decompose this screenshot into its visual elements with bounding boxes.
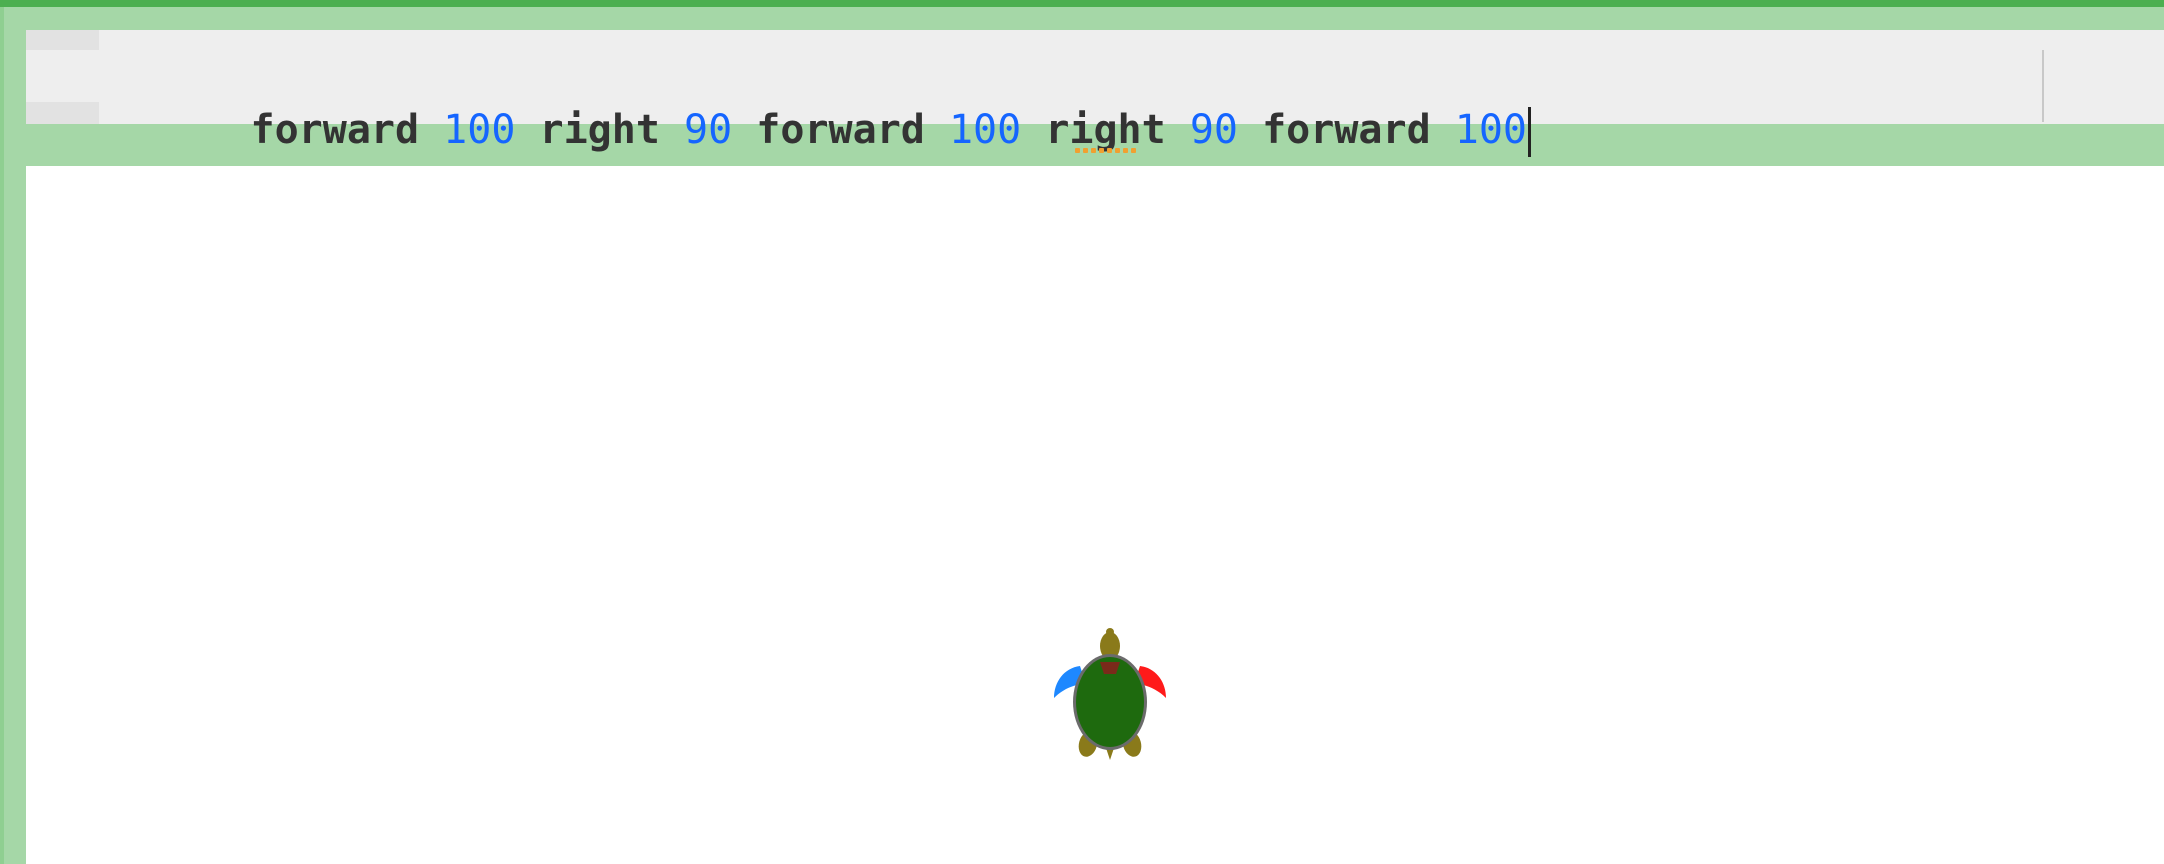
code-token-number: 100 — [443, 107, 516, 153]
handle-dot — [1099, 147, 1104, 153]
handle-dot — [1131, 147, 1136, 153]
code-token-keyword: forward — [756, 107, 925, 153]
resize-handle[interactable] — [1075, 144, 1143, 156]
text-caret — [1528, 107, 1532, 157]
handle-dot — [1075, 147, 1080, 153]
editor-gutter — [26, 30, 99, 124]
top-accent-bar — [0, 0, 2164, 7]
handle-dot — [1115, 147, 1120, 153]
code-token-number: 90 — [684, 107, 733, 153]
code-token-keyword: forward — [1262, 107, 1431, 153]
handle-dot — [1091, 147, 1096, 153]
code-token-number: 100 — [948, 107, 1022, 153]
code-token-keyword: right — [539, 107, 660, 153]
handle-dot — [1107, 147, 1112, 153]
code-token-number: 90 — [1189, 107, 1238, 153]
left-rail — [0, 7, 4, 864]
code-token-number: 100 — [1454, 107, 1528, 153]
editor-divider — [2042, 50, 2044, 122]
app-frame: forward 100 right 90 forward 100 right 9… — [0, 0, 2164, 864]
handle-dot — [1083, 147, 1088, 153]
code-line[interactable]: forward 100 right 90 forward 100 right 9… — [106, 52, 1532, 157]
turtle-icon — [1054, 628, 1166, 760]
handle-dot — [1123, 147, 1128, 153]
code-token-keyword: forward — [250, 107, 420, 153]
gutter-top-shade — [26, 30, 99, 50]
code-editor[interactable]: forward 100 right 90 forward 100 right 9… — [26, 30, 2164, 157]
gutter-bottom-shade — [26, 102, 99, 124]
